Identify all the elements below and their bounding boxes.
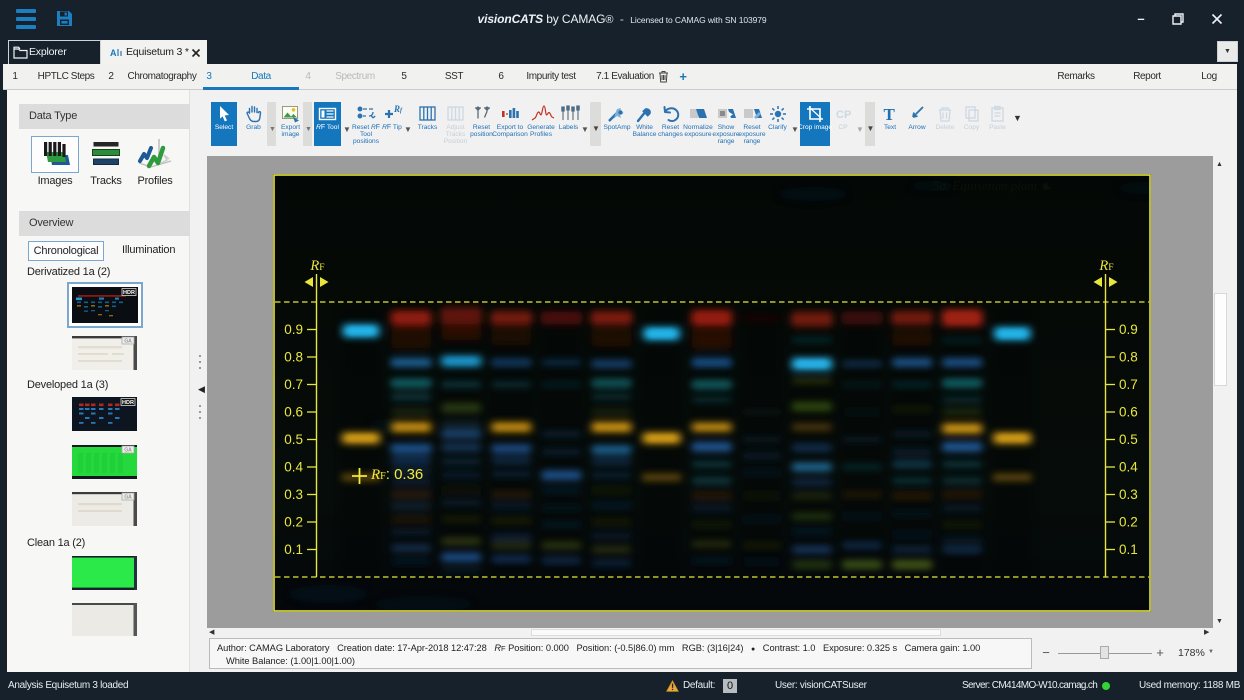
svg-text:0.7: 0.7 — [1119, 377, 1138, 392]
svg-text:HDR: HDR — [122, 400, 134, 406]
svg-text:0.8: 0.8 — [284, 350, 303, 365]
svg-text:RF: 0.36: RF: 0.36 — [370, 466, 423, 483]
svg-text:GA: GA — [124, 448, 132, 454]
svg-text:5a, Equisetum plant ☯: 5a, Equisetum plant ☯ — [933, 178, 1054, 193]
svg-text:CP: CP — [836, 109, 851, 121]
svg-text:HDR: HDR — [123, 290, 135, 296]
svg-text:0.4: 0.4 — [1119, 460, 1138, 475]
svg-text:0.5: 0.5 — [284, 432, 303, 447]
svg-text:0.1: 0.1 — [284, 542, 303, 557]
svg-text:GA: GA — [124, 495, 132, 501]
svg-text:0.9: 0.9 — [284, 322, 303, 337]
svg-text:Rf: Rf — [393, 104, 403, 114]
svg-text:0.1: 0.1 — [1119, 542, 1138, 557]
svg-text:0.2: 0.2 — [1119, 515, 1138, 530]
svg-text:0.3: 0.3 — [1119, 487, 1138, 502]
svg-text:0.4: 0.4 — [284, 460, 303, 475]
svg-text:0.8: 0.8 — [1119, 350, 1138, 365]
svg-text:0.9: 0.9 — [1119, 322, 1138, 337]
svg-text:0.2: 0.2 — [284, 515, 303, 530]
svg-text:GA: GA — [124, 339, 132, 345]
svg-text:0.3: 0.3 — [284, 487, 303, 502]
svg-text:A: A — [110, 48, 117, 58]
svg-text:T: T — [884, 105, 896, 124]
svg-text:0.7: 0.7 — [284, 377, 303, 392]
svg-text:0.5: 0.5 — [1119, 432, 1138, 447]
svg-text:0.6: 0.6 — [1119, 405, 1138, 420]
svg-text:0.6: 0.6 — [284, 405, 303, 420]
